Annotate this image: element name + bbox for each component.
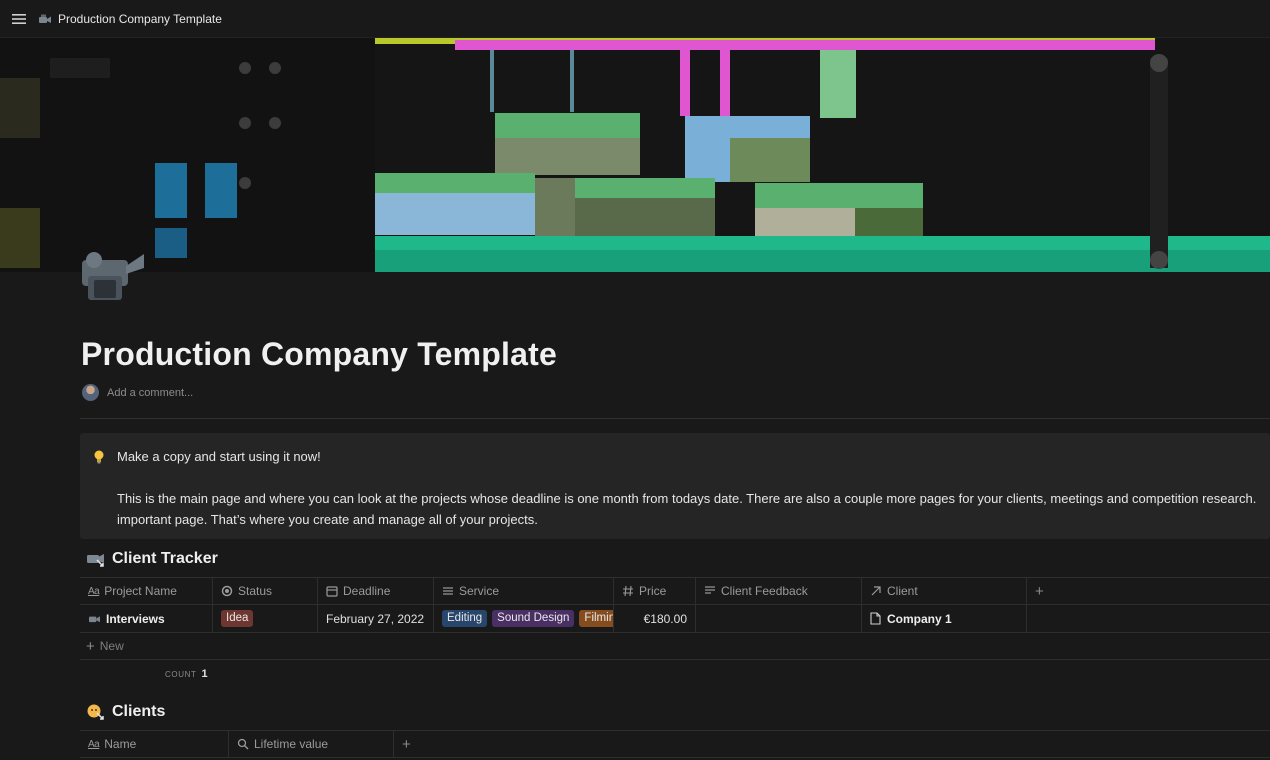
search-icon [237,738,249,750]
video-camera-icon [89,616,100,623]
column-label: Lifetime value [254,737,329,751]
clients-heading[interactable]: Clients [86,703,165,721]
new-label: New [99,639,124,653]
empty-cell [1027,605,1270,632]
cover-image[interactable] [0,38,1270,272]
count-label: COUNT [165,669,197,679]
column-label: Price [639,584,667,598]
hamburger-menu-icon[interactable] [0,0,38,38]
plus-icon: + [86,637,95,655]
page-icon [870,612,881,625]
cell-service[interactable]: Editing Sound Design Filmin [434,605,614,632]
column-label: Status [238,584,273,598]
client-tracker-heading[interactable]: Client Tracker [86,550,218,568]
clients-title: Clients [112,703,166,720]
table-header-row: Aa Project Name Status Deadline Service … [80,577,1270,605]
face-icon [87,704,104,720]
relation-arrow-icon [870,585,882,597]
text-lines-icon [704,585,716,597]
column-label: Project Name [104,584,177,598]
video-camera-icon [87,554,104,567]
cell-project-name[interactable]: Interviews [80,605,213,632]
count-footer[interactable]: COUNT 1 [80,660,1270,688]
callout-title: Make a copy and start using it now! [117,449,321,464]
cell-client[interactable]: Company 1 [862,605,1027,632]
breadcrumb-page-title: Production Company Template [58,11,222,26]
top-bar: Production Company Template [0,0,1270,38]
list-icon [442,585,454,597]
column-header-name[interactable]: Aa Name [80,731,229,757]
cell-deadline[interactable]: February 27, 2022 [318,605,434,632]
comment-placeholder[interactable]: Add a comment... [107,387,193,399]
service-tag: Editing [442,610,488,627]
add-new-row-button[interactable]: + New [80,633,1270,660]
column-header-status[interactable]: Status [213,578,318,604]
video-camera-page-icon[interactable] [80,246,146,302]
column-header-lifetime-value[interactable]: Lifetime value [229,731,394,757]
column-header-service[interactable]: Service [434,578,614,604]
callout-body-line-1: This is the main page and where you can … [117,491,1257,506]
video-camera-icon [39,14,51,23]
count-value: 1 [201,668,208,680]
clients-table: Aa Name Lifetime value + [80,730,1270,758]
breadcrumb[interactable]: Production Company Template [38,12,222,26]
cell-status[interactable]: Idea [213,605,318,632]
add-comment[interactable]: Add a comment... [82,384,193,401]
page-title: Production Company Template [81,336,557,372]
cell-price[interactable]: €180.00 [614,605,696,632]
table-row[interactable]: Interviews Idea February 27, 2022 Editin… [80,605,1270,633]
project-name: Interviews [106,611,165,626]
column-header-price[interactable]: Price [614,578,696,604]
avatar [82,384,99,401]
column-label: Name [104,737,137,751]
plus-icon: + [1035,582,1044,600]
add-property-button[interactable]: + [1027,578,1270,604]
service-tag: Sound Design [492,610,575,627]
callout-body: This is the main page and where you can … [117,488,1270,530]
calendar-icon [326,585,338,597]
lightbulb-icon [94,450,104,464]
column-header-project-name[interactable]: Aa Project Name [80,578,213,604]
divider [80,418,1270,419]
column-header-client-feedback[interactable]: Client Feedback [696,578,862,604]
add-property-button[interactable]: + [394,731,694,757]
video-timeline-cover [0,38,1270,272]
callout-block: Make a copy and start using it now! This… [80,433,1270,539]
client-link[interactable]: Company 1 [887,612,952,626]
column-header-client[interactable]: Client [862,578,1027,604]
column-label: Client [887,584,918,598]
client-tracker-title: Client Tracker [112,550,218,567]
callout-body-line-2: important page. That’s where you create … [117,512,538,527]
column-header-deadline[interactable]: Deadline [318,578,434,604]
service-tag: Filmin [579,610,613,627]
status-icon [221,585,233,597]
status-badge: Idea [221,610,254,627]
client-tracker-table: Aa Project Name Status Deadline Service … [80,577,1270,688]
text-property-icon: Aa [88,585,100,597]
column-label: Service [459,584,500,598]
column-label: Deadline [343,584,391,598]
plus-icon: + [402,735,411,753]
text-property-icon: Aa [88,738,100,750]
number-icon [622,585,634,597]
cell-client-feedback[interactable] [696,605,862,632]
table-header-row: Aa Name Lifetime value + [80,730,1270,758]
column-label: Client Feedback [721,584,808,598]
